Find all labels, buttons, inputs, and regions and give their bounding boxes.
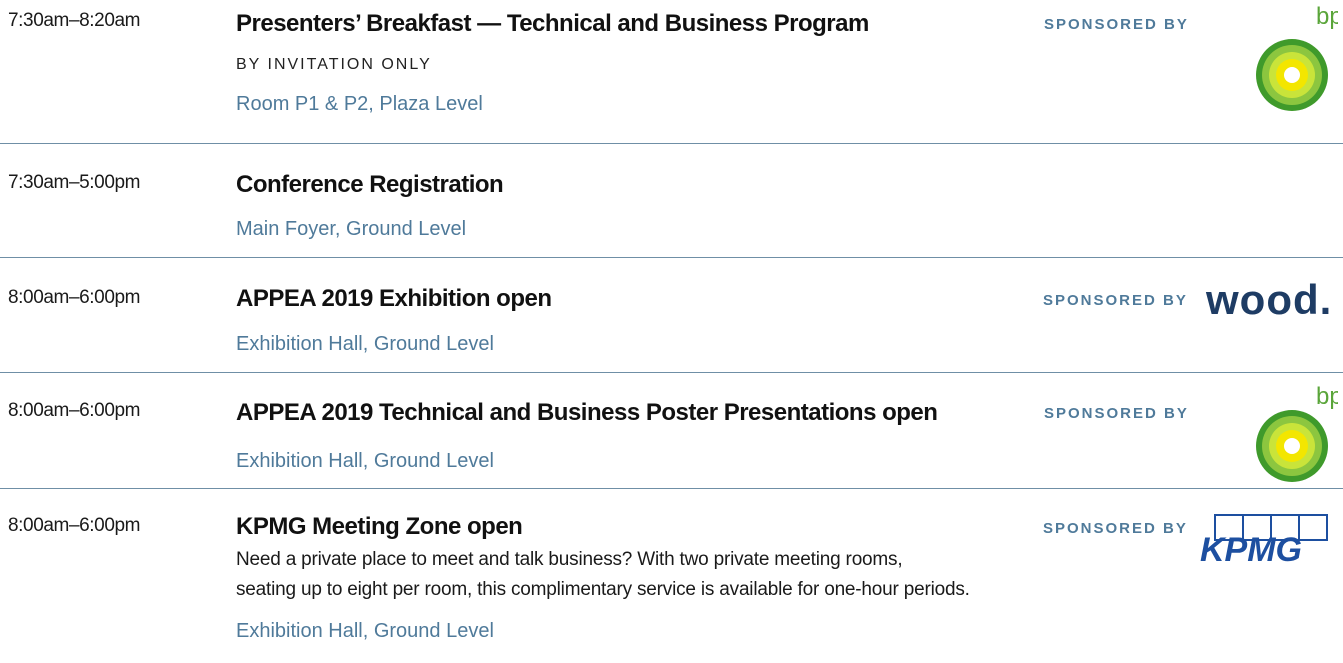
session-location: Exhibition Hall, Ground Level (236, 333, 494, 355)
divider (0, 372, 1343, 373)
wood-logo: wood. (1206, 276, 1333, 323)
description-line: Need a private place to meet and talk bu… (236, 549, 903, 570)
bp-wordmark: bp (1316, 3, 1338, 30)
session-time: 7:30am–8:20am (8, 10, 141, 31)
sponsored-by-label: SPONSORED BY (1044, 405, 1189, 422)
description-line: seating up to eight per room, this compl… (236, 579, 970, 600)
kpmg-wordmark: KPMG (1200, 531, 1302, 564)
session-location: Exhibition Hall, Ground Level (236, 450, 494, 472)
session-location: Exhibition Hall, Ground Level (236, 620, 494, 642)
session-title: Conference Registration (236, 171, 504, 198)
session-title: APPEA 2019 Technical and Business Poster… (236, 399, 938, 426)
bp-helios-icon: bp (1256, 383, 1343, 482)
sponsored-by-label: SPONSORED BY (1043, 292, 1188, 309)
divider (0, 143, 1343, 144)
bp-logo: bp (1246, 0, 1343, 120)
session-time: 8:00am–6:00pm (8, 515, 141, 536)
divider (0, 257, 1343, 258)
session-location: Main Foyer, Ground Level (236, 218, 467, 240)
bp-wordmark: bp (1316, 384, 1338, 410)
sponsored-by-label: SPONSORED BY (1043, 520, 1188, 537)
session-location: Room P1 & P2, Plaza Level (236, 93, 483, 115)
kpmg-logo-icon: KPMG (1200, 514, 1328, 569)
session-time: 7:30am–5:00pm (8, 172, 141, 193)
session-time: 8:00am–6:00pm (8, 287, 141, 308)
session-title: Presenters’ Breakfast — Technical and Bu… (236, 10, 869, 37)
bp-helios-icon: bp (1256, 3, 1343, 111)
session-title: KPMG Meeting Zone open (236, 513, 523, 540)
session-description: Need a private place to meet and talk bu… (236, 545, 970, 605)
session-title: APPEA 2019 Exhibition open (236, 285, 552, 312)
kpmg-logo: KPMG (1195, 514, 1335, 569)
session-note: BY INVITATION ONLY (236, 56, 432, 73)
sponsored-by-label: SPONSORED BY (1044, 16, 1189, 33)
divider (0, 488, 1343, 489)
session-time: 8:00am–6:00pm (8, 400, 141, 421)
bp-logo: bp (1246, 383, 1343, 484)
